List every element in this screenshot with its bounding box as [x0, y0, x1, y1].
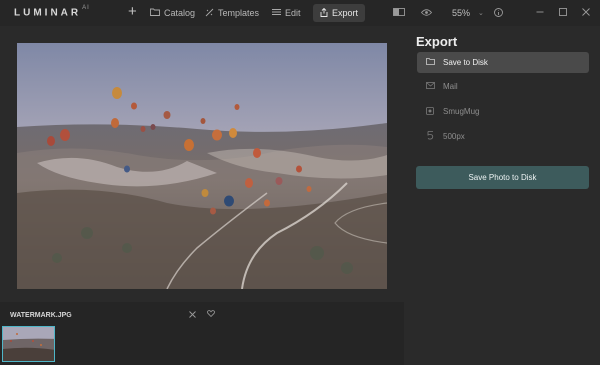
templates-icon: [205, 8, 214, 19]
favorite-button[interactable]: [207, 310, 215, 319]
filename-label: WATERMARK.JPG: [10, 312, 72, 319]
export-option-mail[interactable]: Mail: [417, 76, 589, 97]
export-option-save-to-disk[interactable]: Save to Disk: [417, 52, 589, 73]
export-option-smugmug[interactable]: SmugMug: [417, 101, 589, 122]
close-window-button[interactable]: [582, 4, 590, 22]
share-icon: [320, 7, 328, 19]
export-option-label: 500px: [443, 132, 465, 141]
eye-icon: [420, 8, 433, 18]
maximize-button[interactable]: [559, 4, 567, 22]
folder-icon: [425, 58, 435, 67]
panel-title: Export: [416, 34, 458, 49]
maximize-icon: [559, 8, 567, 18]
export-option-label: SmugMug: [443, 107, 480, 116]
sliders-icon: [272, 8, 281, 18]
tab-edit-label: Edit: [285, 8, 301, 18]
tab-templates-label: Templates: [218, 8, 260, 18]
tab-templates[interactable]: Templates: [205, 4, 259, 22]
tab-catalog[interactable]: Catalog: [150, 4, 195, 22]
folder-icon: [150, 8, 160, 18]
minimize-button[interactable]: [536, 4, 544, 22]
export-option-label: Mail: [443, 82, 458, 91]
close-image-button[interactable]: [189, 310, 196, 320]
compare-button[interactable]: [393, 4, 405, 22]
image-thumbnail[interactable]: [2, 326, 55, 362]
export-option-500px[interactable]: 500px: [417, 126, 589, 147]
app-logo: LUMINARAI: [14, 5, 90, 19]
export-option-label: Save to Disk: [443, 58, 488, 67]
close-icon: [582, 8, 590, 18]
main-photo: [17, 43, 387, 289]
save-photo-button[interactable]: Save Photo to Disk: [416, 166, 589, 189]
tab-export-label: Export: [332, 8, 359, 18]
zoom-value: 55%: [452, 8, 471, 18]
export-panel: Export Save to Disk Mail SmugMug 500px S…: [404, 26, 600, 365]
info-button[interactable]: [494, 4, 503, 22]
zoom-dropdown[interactable]: 55% ⌄: [452, 4, 484, 22]
tab-edit[interactable]: Edit: [272, 4, 301, 22]
mail-icon: [425, 82, 435, 91]
plus-icon: +: [128, 3, 137, 20]
image-canvas[interactable]: [0, 26, 404, 302]
filmstrip: WATERMARK.JPG: [0, 302, 404, 365]
tab-catalog-label: Catalog: [164, 8, 196, 18]
preview-button[interactable]: [420, 4, 433, 22]
compare-icon: [393, 8, 405, 18]
smugmug-icon: [425, 106, 435, 117]
heart-icon: [207, 310, 215, 319]
500px-icon: [425, 131, 435, 142]
top-toolbar: LUMINARAI + Catalog Templates Edit Expor…: [0, 0, 600, 26]
minimize-icon: [536, 8, 544, 18]
chevron-down-icon: ⌄: [478, 10, 484, 17]
add-photos-button[interactable]: +: [128, 3, 137, 21]
tab-export[interactable]: Export: [313, 4, 366, 22]
info-icon: [494, 7, 503, 19]
close-icon: [189, 310, 196, 320]
